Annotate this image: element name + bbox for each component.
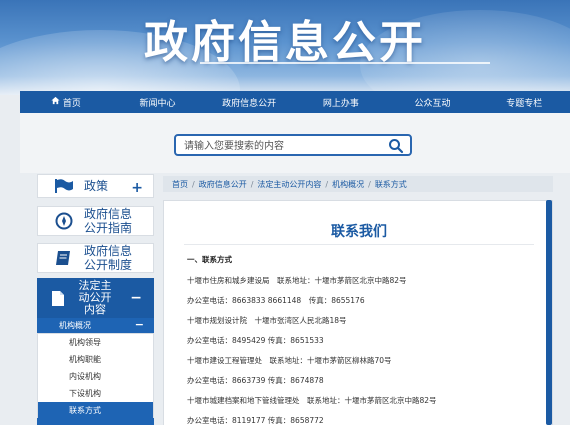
sidebar-label-line: 政府信息 xyxy=(84,207,133,221)
sidebar-next-item[interactable] xyxy=(37,418,154,425)
compass-icon xyxy=(52,212,76,230)
title-divider xyxy=(184,244,534,245)
breadcrumb-separator: / xyxy=(192,179,195,189)
document-icon xyxy=(51,290,65,307)
sidebar-label-line: 政府信息 xyxy=(84,244,133,258)
sidebar-subhead[interactable]: 机构概况 − xyxy=(37,318,154,333)
search-input[interactable] xyxy=(184,139,384,153)
scrollbar[interactable] xyxy=(546,200,552,425)
section-heading: 一、联系方式 xyxy=(187,255,232,264)
contact-line: 办公室电话：8663739 传真：8674878 xyxy=(187,376,324,385)
contact-line: 办公室电话：8663833 8661148 传真：8655176 xyxy=(187,296,365,305)
search-box xyxy=(174,134,412,156)
sidebar-item-label: 法定主 动公开 内容 xyxy=(69,280,121,316)
nav-item-label: 网上办事 xyxy=(322,98,359,109)
sidebar-subhead-label: 机构概况 xyxy=(59,321,91,330)
banner-title: 政府信息公开 xyxy=(144,17,426,68)
sidebar-subitem[interactable]: 机构职能 xyxy=(38,351,153,368)
nav-item-label: 公众互动 xyxy=(414,98,451,109)
breadcrumb-link[interactable]: 机构概况 xyxy=(332,179,364,190)
banner-underline xyxy=(200,62,490,64)
contact-line: 十堰市城建档案和地下管线管理处 联系地址：十堰市茅箭区北京中路82号 xyxy=(187,396,437,405)
breadcrumb-separator: / xyxy=(325,179,329,189)
contact-line: 办公室电话：8119177 传真：8658772 xyxy=(187,416,324,425)
nav-item-home[interactable]: 首页 xyxy=(20,91,112,113)
sidebar-subitem-active[interactable]: 联系方式 xyxy=(38,402,153,419)
nav-item-label: 政府信息公开 xyxy=(222,98,277,109)
search-icon[interactable] xyxy=(388,138,404,154)
nav-item-online-services[interactable]: 网上办事 xyxy=(295,91,387,113)
breadcrumb-separator: / xyxy=(250,179,254,189)
sidebar-item-statutory[interactable]: 法定主 动公开 内容 − xyxy=(37,278,154,318)
contact-line: 十堰市规划设计院 十堰市张湾区人民北路18号 xyxy=(187,316,347,325)
breadcrumb-link[interactable]: 政府信息公开 xyxy=(199,179,247,190)
nav-item-disclosure[interactable]: 政府信息公开 xyxy=(203,91,295,113)
sidebar-sublist: 机构领导 机构职能 内设机构 下设机构 联系方式 xyxy=(37,333,154,420)
sidebar-label-line: 内容 xyxy=(84,303,106,316)
sidebar-subitem[interactable]: 内设机构 xyxy=(38,368,153,385)
breadcrumb-current[interactable]: 联系方式 xyxy=(375,179,407,190)
home-icon xyxy=(51,96,60,108)
sidebar-item-label: 政府信息 公开制度 xyxy=(84,244,132,272)
collapse-icon[interactable]: − xyxy=(130,290,142,306)
sidebar-item-label: 政府信息 公开指南 xyxy=(84,207,132,235)
nav-item-label: 新闻中心 xyxy=(139,98,176,109)
nav-item-interaction[interactable]: 公众互动 xyxy=(387,91,479,113)
expand-icon[interactable]: + xyxy=(131,180,143,196)
contact-line: 十堰市住房和城乡建设局 联系地址：十堰市茅箭区北京中路82号 xyxy=(187,276,407,285)
sidebar-item-guide[interactable]: 政府信息 公开指南 xyxy=(37,206,154,236)
nav-item-label: 首页 xyxy=(62,98,81,109)
sidebar-subitem[interactable]: 机构领导 xyxy=(38,334,153,351)
flag-icon xyxy=(52,179,76,193)
page-title: 联系我们 xyxy=(331,224,387,240)
breadcrumb-link[interactable]: 法定主动公开内容 xyxy=(257,179,321,190)
sidebar-label-line: 公开指南 xyxy=(84,221,133,235)
breadcrumb: 首页 / 政府信息公开 / 法定主动公开内容 / 机构概况 / 联系方式 xyxy=(163,176,553,192)
sidebar-item-label: 政策 xyxy=(84,179,109,193)
contact-line: 办公室电话：8495429 传真：8651533 xyxy=(187,336,324,345)
sidebar-item-system[interactable]: 政府信息 公开制度 xyxy=(37,243,154,273)
nav-item-news[interactable]: 新闻中心 xyxy=(112,91,204,113)
breadcrumb-link[interactable]: 首页 xyxy=(172,179,188,190)
sidebar-item-policy[interactable]: 政策 + xyxy=(37,174,154,198)
contact-line: 十堰市建设工程管理处 联系地址：十堰市茅箭区柳林路70号 xyxy=(187,356,392,365)
sidebar-subitem[interactable]: 下设机构 xyxy=(38,385,153,402)
nav-item-topics[interactable]: 专题专栏 xyxy=(478,91,570,113)
sidebar-label-line: 公开制度 xyxy=(84,258,133,272)
banner: 政府信息公开 xyxy=(0,0,570,95)
content-panel: 联系我们 一、联系方式 十堰市住房和城乡建设局 联系地址：十堰市茅箭区北京中路8… xyxy=(163,200,553,425)
nav-item-label: 专题专栏 xyxy=(506,98,543,109)
main-nav: 首页 新闻中心 政府信息公开 网上办事 公众互动 专题专栏 xyxy=(20,91,570,113)
book-icon xyxy=(52,250,76,266)
collapse-icon[interactable]: − xyxy=(135,318,144,331)
breadcrumb-separator: / xyxy=(368,179,371,189)
